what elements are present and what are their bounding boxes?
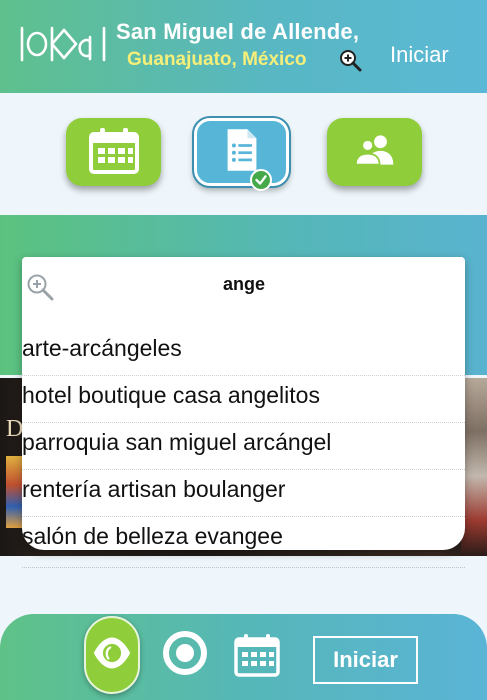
search-result-item[interactable]: salón de belleza evangee bbox=[22, 517, 465, 550]
search-result-item[interactable]: hotel boutique casa angelitos bbox=[22, 376, 465, 423]
search-icon[interactable] bbox=[26, 273, 54, 301]
calendar-icon bbox=[88, 126, 140, 179]
location-button[interactable] bbox=[162, 630, 208, 681]
explore-button[interactable] bbox=[84, 616, 140, 694]
eye-icon bbox=[92, 633, 132, 678]
search-results-list: arte-arcángeles hotel boutique casa ange… bbox=[22, 329, 465, 550]
ring-icon bbox=[162, 630, 208, 681]
app-header: San Miguel de Allende, Guanajuato, Méxic… bbox=[0, 0, 487, 93]
search-result-item[interactable]: rentería artisan boulanger bbox=[22, 470, 465, 517]
calendar-icon bbox=[234, 634, 280, 681]
category-events-button[interactable] bbox=[66, 118, 161, 186]
divider bbox=[22, 567, 465, 568]
category-bar bbox=[0, 93, 487, 215]
header-login-link[interactable]: Iniciar bbox=[390, 42, 449, 68]
location-region[interactable]: Guanajuato, México bbox=[127, 49, 306, 71]
category-directory-button[interactable] bbox=[192, 116, 291, 191]
search-input[interactable] bbox=[62, 269, 426, 299]
search-dropdown: arte-arcángeles hotel boutique casa ange… bbox=[22, 257, 465, 550]
people-icon bbox=[353, 133, 397, 172]
login-button[interactable]: Iniciar bbox=[313, 636, 418, 684]
search-result-item[interactable]: parroquia san miguel arcángel bbox=[22, 423, 465, 470]
check-icon bbox=[250, 169, 272, 191]
lokal-logo[interactable] bbox=[20, 24, 106, 64]
banner-letter: D bbox=[6, 416, 24, 442]
search-result-item[interactable]: arte-arcángeles bbox=[22, 329, 465, 376]
calendar-nav-button[interactable] bbox=[234, 633, 280, 677]
zoom-in-icon[interactable] bbox=[338, 48, 362, 72]
category-community-button[interactable] bbox=[327, 118, 422, 186]
location-city[interactable]: San Miguel de Allende, bbox=[116, 19, 359, 45]
